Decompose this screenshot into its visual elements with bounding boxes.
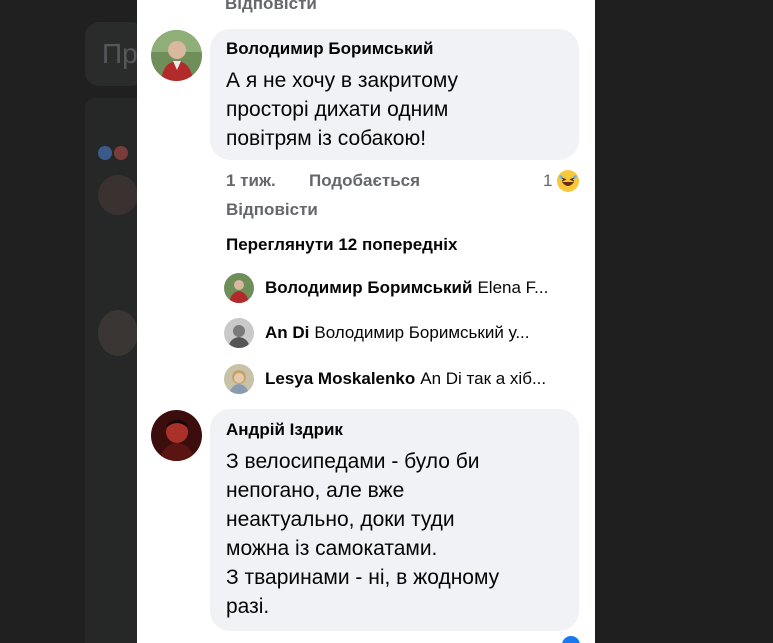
reply-preview[interactable]: Lesya Moskalenko An Di так а хіб... xyxy=(224,363,579,395)
comment-bubble: Володимир Боримський А я не хочу в закри… xyxy=(210,29,579,160)
comment-author[interactable]: Андрій Іздрик xyxy=(226,420,343,440)
reply-author[interactable]: Володимир Боримський xyxy=(265,278,472,298)
background-card-text: Пр xyxy=(102,38,137,69)
avatar[interactable] xyxy=(151,410,202,461)
laughing-emoji-icon xyxy=(557,170,579,192)
background-feed: Пр xyxy=(0,0,137,643)
like-reaction-icon xyxy=(98,146,112,160)
background-overlay xyxy=(595,0,773,643)
reply-text: Володимир Боримський у... xyxy=(314,323,530,342)
comment-text: А я не хочу в закритому просторі дихати … xyxy=(226,69,459,150)
like-link[interactable]: Подобається xyxy=(309,171,420,191)
avatar[interactable] xyxy=(151,30,202,81)
comment-time[interactable]: 1 тиж. xyxy=(226,171,276,191)
comment-text: З велосипедами - було би непогано, але в… xyxy=(226,450,500,618)
reply-text: An Di так а хіб... xyxy=(420,369,547,388)
reply-preview[interactable]: An Di Володимир Боримський у... xyxy=(224,317,579,349)
reply-preview[interactable]: Володимир Боримський Elena F... xyxy=(224,272,579,304)
avatar[interactable] xyxy=(224,273,254,303)
reply-author[interactable]: Lesya Moskalenko xyxy=(265,369,415,389)
reaction-count[interactable]: 1 xyxy=(543,171,552,191)
reply-link[interactable]: Відповісти xyxy=(225,0,317,14)
reply-author[interactable]: An Di xyxy=(265,323,309,343)
love-reaction-icon xyxy=(114,146,128,160)
background-avatar xyxy=(98,175,137,215)
like-reaction-icon xyxy=(562,636,580,643)
comment-bubble: Андрій Іздрик З велосипедами - було би н… xyxy=(210,409,579,631)
background-avatar xyxy=(98,310,137,356)
comment-author[interactable]: Володимир Боримський xyxy=(226,39,433,59)
reply-text: Elena F... xyxy=(477,278,549,297)
reply-link[interactable]: Відповісти xyxy=(226,200,318,220)
view-previous-replies-link[interactable]: Переглянути 12 попередніх xyxy=(226,235,457,261)
avatar[interactable] xyxy=(224,318,254,348)
comments-panel: Відповісти Володимир Боримський А я не х… xyxy=(137,0,595,643)
avatar[interactable] xyxy=(224,364,254,394)
